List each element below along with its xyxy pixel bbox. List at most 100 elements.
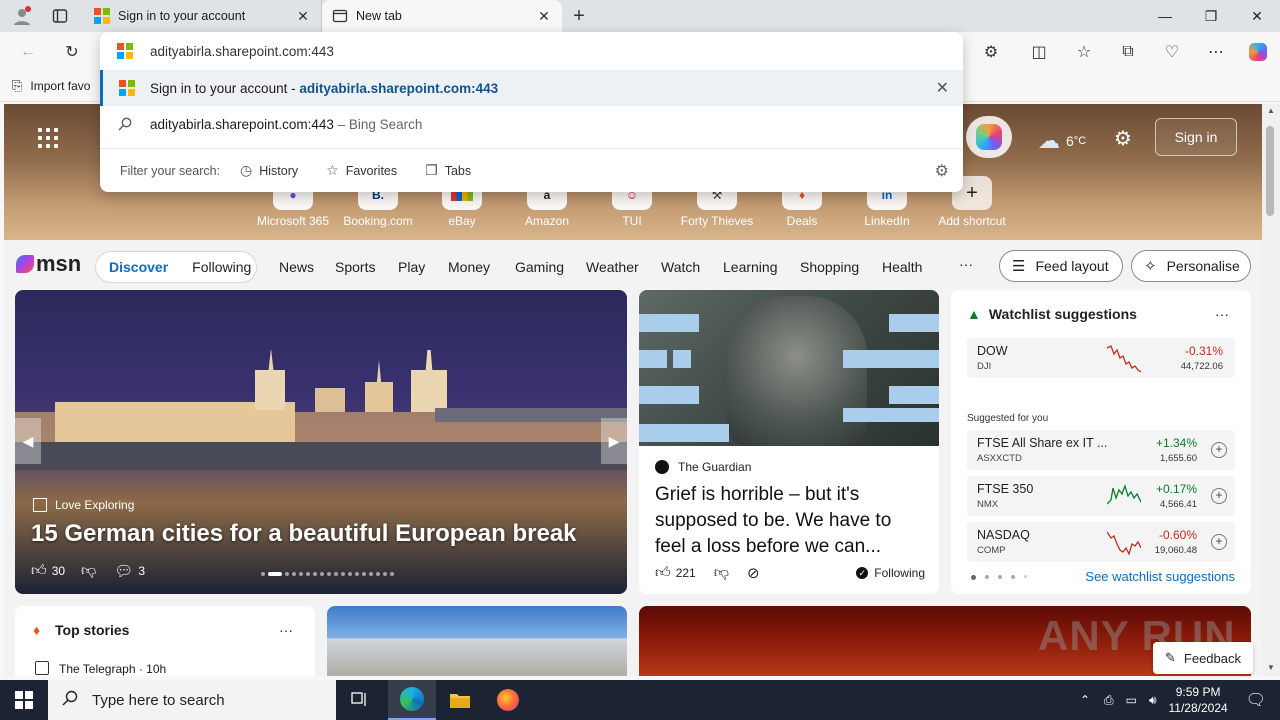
- shortcut-label: Booking.com: [343, 214, 413, 228]
- add-to-watchlist-icon[interactable]: +: [1211, 534, 1227, 550]
- profile-icon[interactable]: [10, 5, 34, 27]
- nav-learning[interactable]: Learning: [723, 259, 778, 275]
- extensions-icon[interactable]: ⚙: [977, 38, 1005, 66]
- ethernet-icon[interactable]: ▭: [1126, 693, 1137, 707]
- like-icon[interactable]: 👍︎: [31, 562, 47, 580]
- story-image-card[interactable]: [327, 606, 627, 676]
- refresh-icon[interactable]: ↻: [58, 38, 86, 66]
- like-count: 221: [675, 566, 696, 580]
- filter-tabs[interactable]: ❐ Tabs: [425, 162, 471, 179]
- title-bar: Sign in to your account ✕ New tab ✕ + — …: [0, 0, 1280, 32]
- firefox-icon[interactable]: [484, 680, 532, 720]
- tab-following[interactable]: Following: [192, 259, 251, 275]
- scroll-up-icon[interactable]: ▲: [1267, 106, 1275, 115]
- suggestion-row-bing[interactable]: adityabirla.sharepoint.com:443 – Bing Se…: [100, 106, 963, 142]
- close-tab-icon[interactable]: ✕: [295, 8, 311, 24]
- filter-history[interactable]: ◷ History: [240, 162, 298, 179]
- page-settings-icon[interactable]: ⚙: [1114, 126, 1132, 151]
- tab-actions-icon[interactable]: [48, 5, 72, 27]
- scroll-down-icon[interactable]: ▼: [1267, 663, 1275, 672]
- task-view-icon[interactable]: [336, 680, 384, 720]
- tray-overflow-icon[interactable]: ⌃: [1080, 693, 1090, 707]
- weather-widget[interactable]: ☁ 6 °C: [1038, 128, 1086, 154]
- more-menu-icon[interactable]: ⋯: [1202, 38, 1230, 66]
- nav-play[interactable]: Play: [398, 259, 425, 275]
- page-scrollbar[interactable]: ▲ ▼: [1262, 104, 1280, 676]
- like-icon[interactable]: 👍︎: [655, 564, 671, 582]
- address-input[interactable]: adityabirla.sharepoint.com:443: [150, 44, 334, 59]
- import-favorites-link[interactable]: ⎘ Import favo: [12, 78, 90, 94]
- copilot-button[interactable]: [966, 116, 1012, 158]
- taskbar-search[interactable]: Type here to search: [48, 680, 336, 720]
- remove-suggestion-icon[interactable]: ✕: [936, 78, 949, 98]
- nav-health[interactable]: Health: [882, 259, 922, 275]
- hide-story-icon[interactable]: ⊘: [747, 564, 760, 582]
- tabs-icon: ❐: [425, 162, 438, 178]
- copilot-icon[interactable]: [1244, 38, 1272, 66]
- story-headline[interactable]: Grief is horrible – but it's supposed to…: [655, 482, 927, 560]
- stock-change: +1.34%: [1155, 436, 1197, 450]
- watch-row-dow[interactable]: DOW DJI -0.31% 44,722.06: [967, 338, 1235, 378]
- carousel-prev-button[interactable]: ◀: [15, 418, 41, 464]
- back-icon[interactable]: ←: [14, 38, 42, 66]
- nav-more-icon[interactable]: ···: [959, 256, 973, 272]
- nav-watch[interactable]: Watch: [661, 259, 700, 275]
- tab-title: New tab: [356, 9, 402, 23]
- guardian-story-card[interactable]: The Guardian Grief is horrible – but it'…: [639, 290, 939, 594]
- suggestion-row-site[interactable]: Sign in to your account - adityabirla.sh…: [100, 70, 963, 106]
- story-headline[interactable]: 15 German cities for a beautiful Europea…: [31, 520, 577, 548]
- favorites-star-icon[interactable]: ☆: [1070, 38, 1098, 66]
- scrollbar-thumb[interactable]: [1266, 126, 1274, 216]
- following-label[interactable]: Following: [874, 566, 925, 580]
- dislike-icon[interactable]: 👎︎: [714, 564, 729, 582]
- app-launcher-icon[interactable]: [38, 128, 58, 148]
- nav-news[interactable]: News: [279, 259, 314, 275]
- network-icon[interactable]: ⎙: [1104, 693, 1114, 708]
- carousel-next-button[interactable]: ▶: [601, 418, 627, 464]
- dislike-icon[interactable]: 👎︎: [81, 562, 96, 580]
- add-to-watchlist-icon[interactable]: +: [1211, 442, 1227, 458]
- comment-icon[interactable]: 💬︎: [114, 562, 133, 580]
- tab-signin[interactable]: Sign in to your account ✕: [84, 0, 322, 32]
- top-stories-more-icon[interactable]: ···: [279, 622, 293, 638]
- watch-row-ftse-350[interactable]: FTSE 350 NMX +0.17% 4,566.41 +: [967, 476, 1235, 516]
- watch-row-nasdaq[interactable]: NASDAQ COMP -0.60% 19,060.48 +: [967, 522, 1235, 562]
- watch-row-ftse-all-share[interactable]: FTSE All Share ex IT ... ASXXCTD +1.34% …: [967, 430, 1235, 470]
- tab-new-tab[interactable]: New tab ✕: [322, 0, 562, 32]
- volume-icon[interactable]: 🔊︎: [1149, 693, 1157, 708]
- feedback-button[interactable]: ✎ Feedback: [1153, 642, 1253, 674]
- stock-symbol: FTSE All Share ex IT ...: [977, 436, 1108, 450]
- watchlist-more-icon[interactable]: ···: [1215, 306, 1229, 322]
- story-source[interactable]: The Telegraph · 10h: [59, 662, 166, 676]
- stock-price: 4,566.41: [1160, 499, 1197, 510]
- close-tab-icon[interactable]: ✕: [536, 8, 552, 24]
- new-tab-plus-icon[interactable]: +: [567, 5, 591, 27]
- browser-essentials-icon[interactable]: ♡: [1158, 38, 1186, 66]
- add-to-watchlist-icon[interactable]: +: [1211, 488, 1227, 504]
- edge-taskbar-icon[interactable]: [388, 680, 436, 720]
- notifications-icon[interactable]: 🗨︎: [1246, 690, 1266, 710]
- featured-story-card[interactable]: ◀ ▶ Love Exploring 15 German cities for …: [15, 290, 627, 594]
- msn-logo[interactable]: msn: [16, 251, 81, 277]
- signin-button[interactable]: Sign in: [1155, 118, 1237, 156]
- close-window-button[interactable]: ✕: [1234, 0, 1280, 32]
- clock[interactable]: 9:59 PM 11/28/2024: [1169, 684, 1228, 716]
- split-screen-icon[interactable]: ◫: [1025, 38, 1053, 66]
- personalise-button[interactable]: ✧ Personalise: [1131, 250, 1251, 282]
- tab-discover[interactable]: Discover: [109, 259, 168, 275]
- file-explorer-icon[interactable]: [436, 680, 484, 720]
- nav-weather[interactable]: Weather: [586, 259, 639, 275]
- collections-icon[interactable]: ⧉: [1114, 38, 1142, 66]
- maximize-button[interactable]: ❐: [1188, 0, 1234, 32]
- address-input-row[interactable]: adityabirla.sharepoint.com:443: [100, 33, 963, 69]
- nav-shopping[interactable]: Shopping: [800, 259, 859, 275]
- feed-layout-button[interactable]: ☰ Feed layout: [999, 250, 1123, 282]
- nav-sports[interactable]: Sports: [335, 259, 375, 275]
- nav-gaming[interactable]: Gaming: [515, 259, 564, 275]
- minimize-button[interactable]: —: [1142, 0, 1188, 32]
- see-watchlist-link[interactable]: See watchlist suggestions: [1085, 569, 1235, 584]
- filter-favorites[interactable]: ☆ Favorites: [326, 162, 397, 179]
- search-settings-icon[interactable]: ⚙: [935, 161, 949, 181]
- nav-money[interactable]: Money: [448, 259, 490, 275]
- start-button[interactable]: [0, 680, 48, 720]
